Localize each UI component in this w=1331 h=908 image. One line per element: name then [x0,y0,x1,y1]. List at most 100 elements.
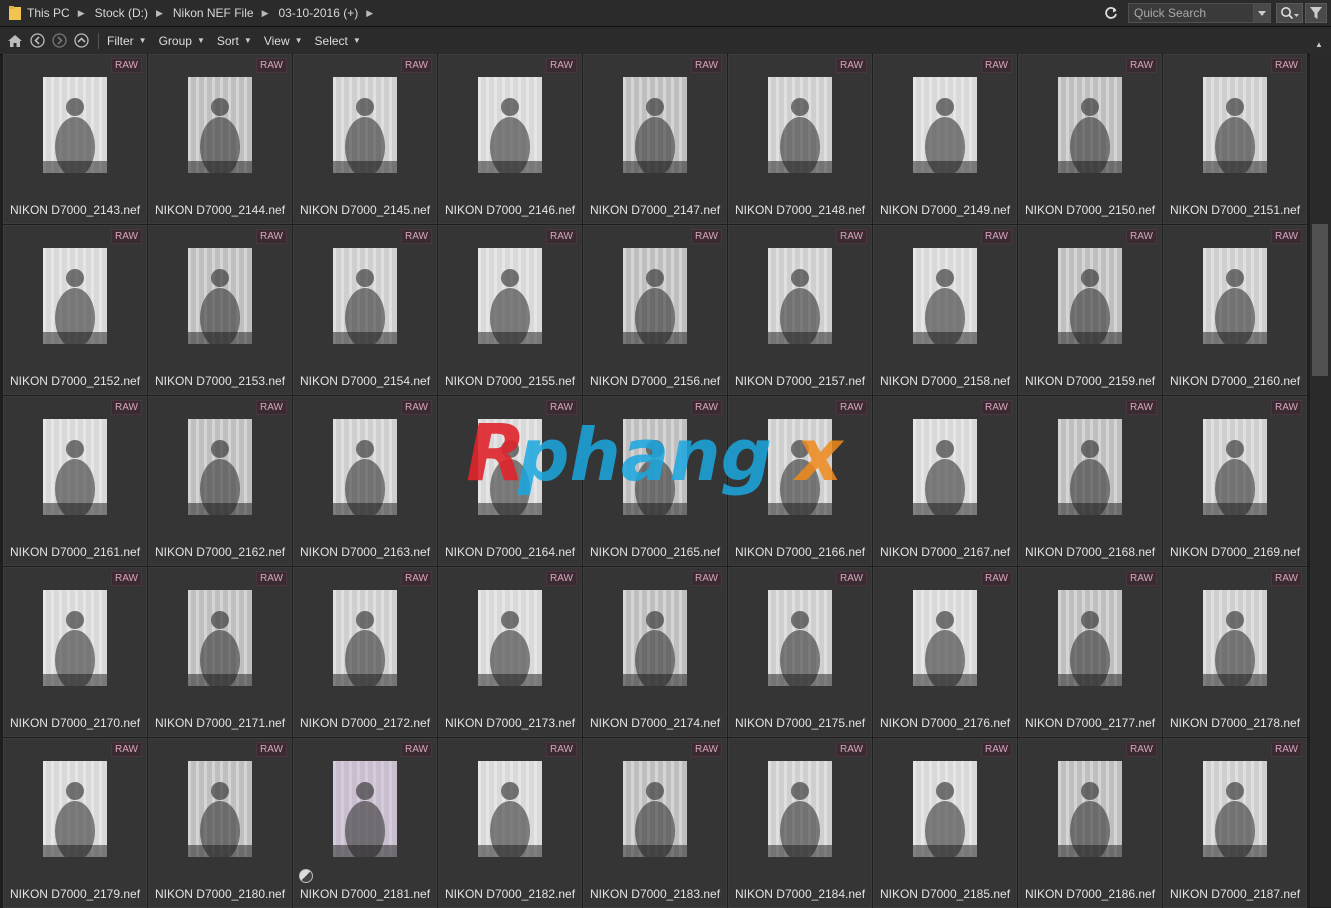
photo-thumbnail[interactable] [188,590,252,686]
file-thumbnail-item[interactable]: RAW NIKON D7000_2178.nef [1163,567,1307,737]
refresh-icon[interactable] [1102,4,1120,22]
photo-thumbnail[interactable] [333,248,397,344]
photo-thumbnail[interactable] [623,419,687,515]
menu-group[interactable]: Group ▼ [159,34,205,48]
file-thumbnail-item[interactable]: RAW NIKON D7000_2179.nef [3,738,147,908]
photo-thumbnail[interactable] [623,77,687,173]
search-input[interactable]: Quick Search [1128,3,1254,23]
photo-thumbnail[interactable] [1058,761,1122,857]
file-thumbnail-item[interactable]: RAW NIKON D7000_2147.nef [583,54,727,224]
photo-thumbnail[interactable] [1058,590,1122,686]
photo-thumbnail[interactable] [623,248,687,344]
file-thumbnail-item[interactable]: RAW NIKON D7000_2180.nef [148,738,292,908]
photo-thumbnail[interactable] [333,419,397,515]
menu-filter[interactable]: Filter ▼ [107,34,147,48]
file-thumbnail-item[interactable]: RAW NIKON D7000_2171.nef [148,567,292,737]
photo-thumbnail[interactable] [1203,761,1267,857]
file-thumbnail-item[interactable]: RAW NIKON D7000_2160.nef [1163,225,1307,395]
photo-thumbnail[interactable] [333,761,397,857]
file-thumbnail-item[interactable]: RAW NIKON D7000_2163.nef [293,396,437,566]
photo-thumbnail[interactable] [188,419,252,515]
file-thumbnail-item[interactable]: RAW NIKON D7000_2146.nef [438,54,582,224]
file-thumbnail-item[interactable]: RAW NIKON D7000_2153.nef [148,225,292,395]
file-thumbnail-item[interactable]: RAW NIKON D7000_2149.nef [873,54,1017,224]
forward-icon[interactable] [51,33,67,49]
up-icon[interactable] [73,33,89,49]
photo-thumbnail[interactable] [913,761,977,857]
file-thumbnail-item[interactable]: RAW NIKON D7000_2156.nef [583,225,727,395]
menu-sort[interactable]: Sort ▼ [217,34,252,48]
scrollbar-thumb[interactable] [1312,224,1328,376]
file-thumbnail-item[interactable]: RAW NIKON D7000_2181.nef [293,738,437,908]
photo-thumbnail[interactable] [768,419,832,515]
file-thumbnail-item[interactable]: RAW NIKON D7000_2185.nef [873,738,1017,908]
file-thumbnail-item[interactable]: RAW NIKON D7000_2158.nef [873,225,1017,395]
scroll-up-arrow-icon[interactable]: ▲ [1315,40,1323,49]
photo-thumbnail[interactable] [43,248,107,344]
photo-thumbnail[interactable] [768,77,832,173]
breadcrumb-separator-icon[interactable]: ▶ [156,8,163,19]
photo-thumbnail[interactable] [478,248,542,344]
photo-thumbnail[interactable] [478,77,542,173]
file-thumbnail-item[interactable]: RAW NIKON D7000_2174.nef [583,567,727,737]
file-thumbnail-item[interactable]: RAW NIKON D7000_2186.nef [1018,738,1162,908]
photo-thumbnail[interactable] [43,590,107,686]
photo-thumbnail[interactable] [913,419,977,515]
file-thumbnail-item[interactable]: RAW NIKON D7000_2172.nef [293,567,437,737]
photo-thumbnail[interactable] [623,761,687,857]
file-thumbnail-item[interactable]: RAW NIKON D7000_2164.nef [438,396,582,566]
photo-thumbnail[interactable] [188,761,252,857]
photo-thumbnail[interactable] [333,77,397,173]
photo-thumbnail[interactable] [478,419,542,515]
file-thumbnail-item[interactable]: RAW NIKON D7000_2187.nef [1163,738,1307,908]
file-thumbnail-item[interactable]: RAW NIKON D7000_2152.nef [3,225,147,395]
file-thumbnail-item[interactable]: RAW NIKON D7000_2170.nef [3,567,147,737]
photo-thumbnail[interactable] [768,590,832,686]
file-thumbnail-item[interactable]: RAW NIKON D7000_2182.nef [438,738,582,908]
file-thumbnail-item[interactable]: RAW NIKON D7000_2184.nef [728,738,872,908]
photo-thumbnail[interactable] [623,590,687,686]
breadcrumb-item[interactable]: 03-10-2016 (+) [278,6,358,20]
file-thumbnail-item[interactable]: RAW NIKON D7000_2151.nef [1163,54,1307,224]
file-thumbnail-item[interactable]: RAW NIKON D7000_2183.nef [583,738,727,908]
photo-thumbnail[interactable] [913,590,977,686]
file-thumbnail-item[interactable]: RAW NIKON D7000_2144.nef [148,54,292,224]
photo-thumbnail[interactable] [1203,77,1267,173]
photo-thumbnail[interactable] [43,761,107,857]
breadcrumb-item[interactable]: This PC [27,6,70,20]
photo-thumbnail[interactable] [1058,248,1122,344]
file-thumbnail-item[interactable]: RAW NIKON D7000_2154.nef [293,225,437,395]
file-thumbnail-item[interactable]: RAW NIKON D7000_2165.nef [583,396,727,566]
file-thumbnail-item[interactable]: RAW NIKON D7000_2166.nef [728,396,872,566]
file-thumbnail-item[interactable]: RAW NIKON D7000_2176.nef [873,567,1017,737]
photo-thumbnail[interactable] [43,419,107,515]
photo-thumbnail[interactable] [1203,419,1267,515]
search-scope-dropdown[interactable] [1254,3,1271,23]
search-button[interactable] [1276,3,1303,23]
file-thumbnail-item[interactable]: RAW NIKON D7000_2177.nef [1018,567,1162,737]
file-thumbnail-item[interactable]: RAW NIKON D7000_2159.nef [1018,225,1162,395]
breadcrumb-separator-icon[interactable]: ▶ [262,8,269,19]
file-thumbnail-item[interactable]: RAW NIKON D7000_2167.nef [873,396,1017,566]
photo-thumbnail[interactable] [768,761,832,857]
photo-thumbnail[interactable] [768,248,832,344]
photo-thumbnail[interactable] [188,248,252,344]
home-icon[interactable] [7,33,23,49]
file-thumbnail-item[interactable]: RAW NIKON D7000_2161.nef [3,396,147,566]
file-thumbnail-item[interactable]: RAW NIKON D7000_2175.nef [728,567,872,737]
photo-thumbnail[interactable] [333,590,397,686]
filter-button[interactable] [1305,3,1327,23]
breadcrumb-item[interactable]: Stock (D:) [95,6,148,20]
breadcrumb-separator-icon[interactable]: ▶ [78,8,85,19]
photo-thumbnail[interactable] [43,77,107,173]
photo-thumbnail[interactable] [1058,419,1122,515]
menu-select[interactable]: Select ▼ [315,34,361,48]
file-thumbnail-item[interactable]: RAW NIKON D7000_2168.nef [1018,396,1162,566]
file-thumbnail-item[interactable]: RAW NIKON D7000_2155.nef [438,225,582,395]
menu-view[interactable]: View ▼ [264,34,303,48]
file-thumbnail-item[interactable]: RAW NIKON D7000_2173.nef [438,567,582,737]
back-icon[interactable] [29,33,45,49]
photo-thumbnail[interactable] [913,248,977,344]
photo-thumbnail[interactable] [913,77,977,173]
breadcrumb-separator-icon[interactable]: ▶ [366,8,373,19]
